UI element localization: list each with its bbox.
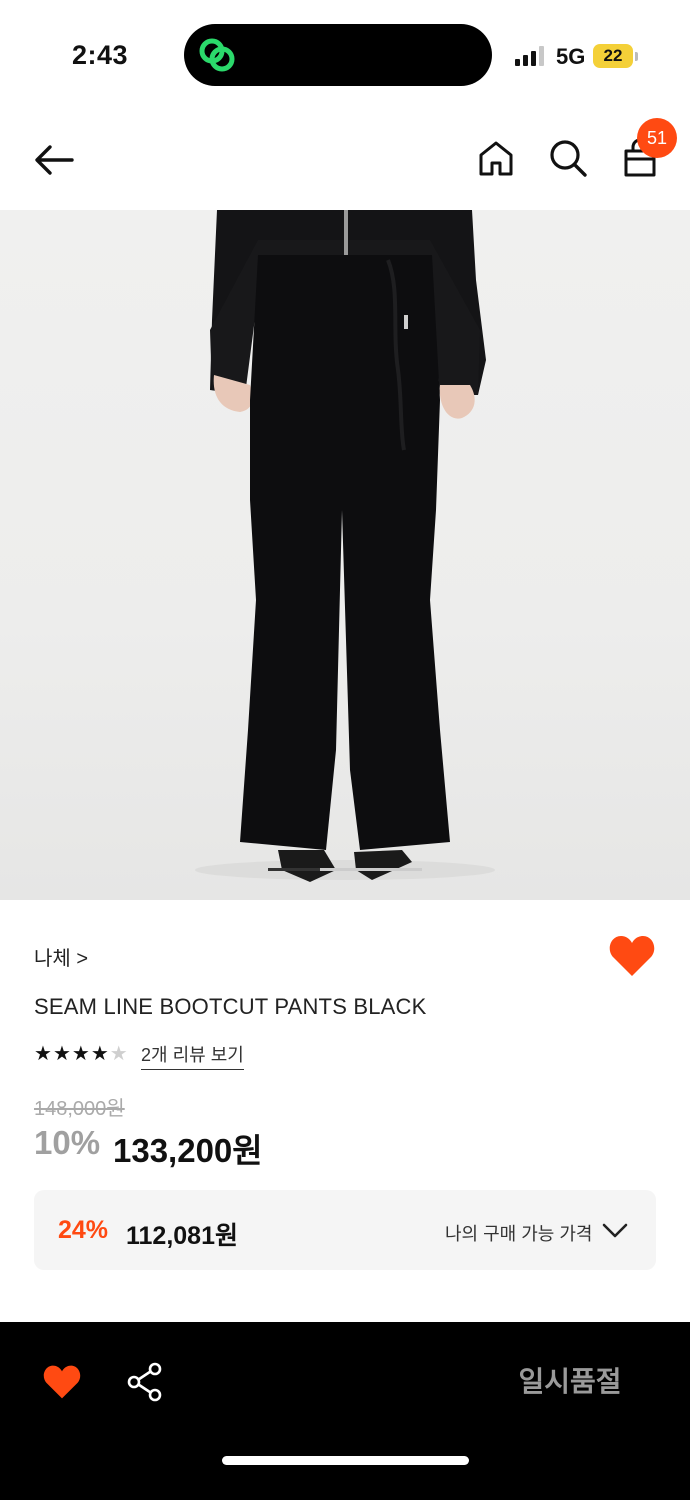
battery-icon: 22	[593, 44, 633, 68]
star-icon: ★	[90, 1043, 110, 1065]
status-time: 2:43	[72, 40, 129, 70]
product-image[interactable]	[0, 210, 690, 900]
heart-icon[interactable]	[608, 934, 656, 978]
back-arrow-icon[interactable]	[30, 138, 80, 182]
star-icon: ★	[71, 1043, 91, 1065]
my-price-dropdown[interactable]: 24% 112,081원 나의 구매 가능 가격	[34, 1190, 656, 1270]
home-indicator[interactable]	[222, 1456, 469, 1465]
status-bar: 2:43 5G 22	[0, 0, 690, 110]
my-price: 112,081원	[126, 1222, 238, 1250]
my-price-label: 나의 구매 가능 가격	[445, 1224, 593, 1244]
app-logo-icon	[199, 38, 235, 72]
share-icon[interactable]	[126, 1362, 164, 1402]
product-name: SEAM LINE BOOTCUT PANTS BLACK	[34, 994, 427, 1019]
dynamic-island	[184, 24, 492, 86]
cart-count-badge: 51	[637, 118, 677, 158]
brand-link[interactable]: 나체 >	[34, 942, 88, 971]
star-icon: ★	[34, 1043, 53, 1065]
original-price: 148,000원	[34, 1098, 125, 1120]
bottom-action-bar: 일시품절	[0, 1322, 690, 1500]
signal-icon	[515, 46, 544, 66]
rating-stars: ★★★★★	[34, 1041, 129, 1066]
home-icon[interactable]	[476, 138, 516, 178]
heart-icon[interactable]	[42, 1364, 82, 1400]
my-discount-rate: 24%	[58, 1216, 109, 1244]
chevron-down-icon	[602, 1223, 628, 1238]
sale-price: 133,200원	[113, 1132, 263, 1169]
star-icon: ★	[52, 1043, 72, 1065]
product-photo	[195, 210, 495, 882]
review-link[interactable]: 2개 리뷰 보기	[141, 1041, 244, 1070]
star-empty-icon: ★	[109, 1043, 129, 1065]
network-type: 5G	[556, 44, 586, 69]
battery-tip	[635, 52, 638, 61]
top-nav	[0, 110, 690, 210]
search-icon[interactable]	[548, 138, 588, 178]
discount-rate: 10%	[34, 1124, 101, 1161]
image-carousel-position	[268, 868, 320, 871]
soldout-button[interactable]: 일시품절	[480, 1342, 660, 1422]
